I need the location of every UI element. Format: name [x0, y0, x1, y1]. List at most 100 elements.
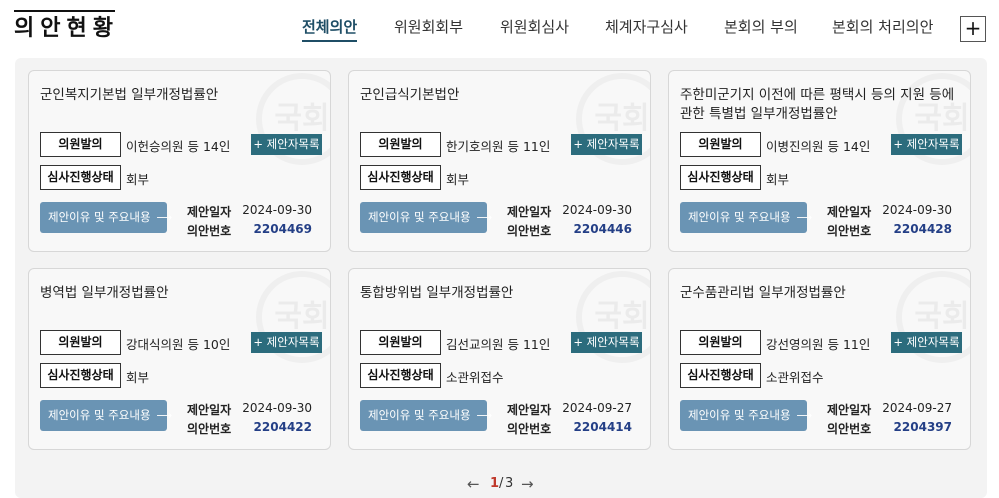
status-label: 심사진행상태	[360, 363, 441, 388]
reason-button[interactable]: 제안이유 및 주요내용 ⟶	[360, 202, 492, 233]
bill-card[interactable]: 국회 군수품관리법 일부개정법률안 의원발의 강선영의원 등 11인 + 제안자…	[668, 268, 971, 450]
bill-list: 국회 군인복지기본법 일부개정법률안 의원발의 이헌승의원 등 14인 + 제안…	[15, 58, 987, 498]
proposer-type-label: 의원발의	[680, 132, 761, 157]
proposer-type-label: 의원발의	[40, 132, 121, 157]
proposer-value: 한기호의원 등 11인	[446, 139, 551, 154]
bill-title[interactable]: 병역법 일부개정법률안	[40, 284, 325, 303]
proposer-value: 이헌승의원 등 14인	[126, 139, 231, 154]
reason-label: 제안이유 및 주요내용	[48, 408, 151, 422]
prev-page-icon[interactable]: ←	[467, 474, 480, 494]
bill-number[interactable]: 2204469	[254, 222, 312, 236]
bill-title[interactable]: 통합방위법 일부개정법률안	[360, 284, 645, 303]
tab-plenary-submission[interactable]: 본회의 부의	[724, 17, 798, 37]
proposer-list-button[interactable]: + 제안자목록	[571, 134, 642, 155]
arrow-right-icon: ⟶	[796, 409, 813, 422]
bill-title[interactable]: 군인급식기본법안	[360, 86, 645, 105]
reason-button[interactable]: 제안이유 및 주요내용 ⟶	[40, 202, 172, 233]
date-value: 2024-09-30	[562, 203, 632, 217]
proposer-type-label: 의원발의	[680, 330, 761, 355]
status-value: 회부	[126, 172, 150, 187]
status-label: 심사진행상태	[680, 363, 761, 388]
proposer-value: 김선교의원 등 11인	[446, 337, 551, 352]
date-value: 2024-09-27	[562, 401, 632, 415]
arrow-right-icon: ⟶	[156, 409, 173, 422]
reason-label: 제안이유 및 주요내용	[368, 408, 471, 422]
date-key: 제안일자	[827, 205, 872, 219]
proposer-list-button[interactable]: + 제안자목록	[891, 332, 962, 353]
plus-icon[interactable]: +	[960, 16, 986, 42]
bill-number[interactable]: 2204446	[574, 222, 632, 236]
page-separator: /	[499, 476, 504, 491]
number-key: 의안번호	[187, 224, 232, 238]
total-pages: 3	[505, 476, 514, 491]
bill-card[interactable]: 국회 병역법 일부개정법률안 의원발의 강대식의원 등 10인 + 제안자목록 …	[28, 268, 331, 450]
status-value: 회부	[766, 172, 790, 187]
status-value: 소관위접수	[766, 370, 824, 385]
tab-legal-review[interactable]: 체계자구심사	[605, 17, 688, 37]
header: 의안현황 전체의안 위원회회부 위원회심사 체계자구심사 본회의 부의 본회의 …	[0, 0, 999, 58]
reason-label: 제안이유 및 주요내용	[688, 408, 791, 422]
date-value: 2024-09-30	[242, 401, 312, 415]
proposer-value: 강선영의원 등 11인	[766, 337, 871, 352]
proposer-list-button[interactable]: + 제안자목록	[251, 332, 322, 353]
bill-card[interactable]: 국회 주한미군기지 이전에 따른 평택시 등의 지원 등에 관한 특별법 일부개…	[668, 70, 971, 252]
bill-card[interactable]: 국회 통합방위법 일부개정법률안 의원발의 김선교의원 등 11인 + 제안자목…	[348, 268, 651, 450]
tab-all-bills[interactable]: 전체의안	[302, 17, 358, 42]
tab-plenary-processed[interactable]: 본회의 처리의안	[832, 17, 933, 37]
tab-committee-referral[interactable]: 위원회회부	[394, 17, 463, 37]
reason-label: 제안이유 및 주요내용	[48, 210, 151, 224]
proposer-type-label: 의원발의	[360, 132, 441, 157]
status-label: 심사진행상태	[680, 165, 761, 190]
pagination: ← 1 / 3 →	[463, 474, 543, 494]
reason-button[interactable]: 제안이유 및 주요내용 ⟶	[40, 400, 172, 431]
reason-button[interactable]: 제안이유 및 주요내용 ⟶	[680, 202, 812, 233]
bill-title[interactable]: 군인복지기본법 일부개정법률안	[40, 86, 325, 105]
bill-number[interactable]: 2204397	[894, 420, 952, 434]
proposer-list-button[interactable]: + 제안자목록	[571, 332, 642, 353]
proposer-value: 강대식의원 등 10인	[126, 337, 231, 352]
date-value: 2024-09-27	[882, 401, 952, 415]
proposer-type-label: 의원발의	[40, 330, 121, 355]
number-key: 의안번호	[507, 422, 552, 436]
proposer-list-button[interactable]: + 제안자목록	[251, 134, 322, 155]
bill-number[interactable]: 2204422	[254, 420, 312, 434]
proposer-type-label: 의원발의	[360, 330, 441, 355]
proposer-value: 이병진의원 등 14인	[766, 139, 871, 154]
reason-button[interactable]: 제안이유 및 주요내용 ⟶	[680, 400, 812, 431]
next-page-icon[interactable]: →	[521, 474, 534, 494]
bill-number[interactable]: 2204414	[574, 420, 632, 434]
date-key: 제안일자	[187, 205, 232, 219]
date-key: 제안일자	[507, 403, 552, 417]
bill-card[interactable]: 국회 군인복지기본법 일부개정법률안 의원발의 이헌승의원 등 14인 + 제안…	[28, 70, 331, 252]
bill-title[interactable]: 군수품관리법 일부개정법률안	[680, 284, 965, 303]
tab-committee-review[interactable]: 위원회심사	[500, 17, 569, 37]
proposer-list-button[interactable]: + 제안자목록	[891, 134, 962, 155]
date-value: 2024-09-30	[242, 203, 312, 217]
tab-bar: 전체의안 위원회회부 위원회심사 체계자구심사 본회의 부의 본회의 처리의안	[0, 0, 999, 58]
status-value: 소관위접수	[446, 370, 504, 385]
bill-number[interactable]: 2204428	[894, 222, 952, 236]
date-key: 제안일자	[187, 403, 232, 417]
reason-button[interactable]: 제안이유 및 주요내용 ⟶	[360, 400, 492, 431]
current-page: 1	[490, 476, 500, 491]
number-key: 의안번호	[827, 224, 872, 238]
reason-label: 제안이유 및 주요내용	[688, 210, 791, 224]
date-value: 2024-09-30	[882, 203, 952, 217]
bill-card[interactable]: 국회 군인급식기본법안 의원발의 한기호의원 등 11인 + 제안자목록 심사진…	[348, 70, 651, 252]
reason-label: 제안이유 및 주요내용	[368, 210, 471, 224]
status-value: 회부	[446, 172, 470, 187]
number-key: 의안번호	[827, 422, 872, 436]
arrow-right-icon: ⟶	[796, 211, 813, 224]
number-key: 의안번호	[187, 422, 232, 436]
arrow-right-icon: ⟶	[156, 211, 173, 224]
arrow-right-icon: ⟶	[476, 211, 493, 224]
number-key: 의안번호	[507, 224, 552, 238]
bill-title[interactable]: 주한미군기지 이전에 따른 평택시 등의 지원 등에 관한 특별법 일부개정법률…	[680, 86, 965, 124]
date-key: 제안일자	[507, 205, 552, 219]
status-label: 심사진행상태	[40, 165, 121, 190]
status-value: 회부	[126, 370, 150, 385]
arrow-right-icon: ⟶	[476, 409, 493, 422]
date-key: 제안일자	[827, 403, 872, 417]
status-label: 심사진행상태	[360, 165, 441, 190]
status-label: 심사진행상태	[40, 363, 121, 388]
